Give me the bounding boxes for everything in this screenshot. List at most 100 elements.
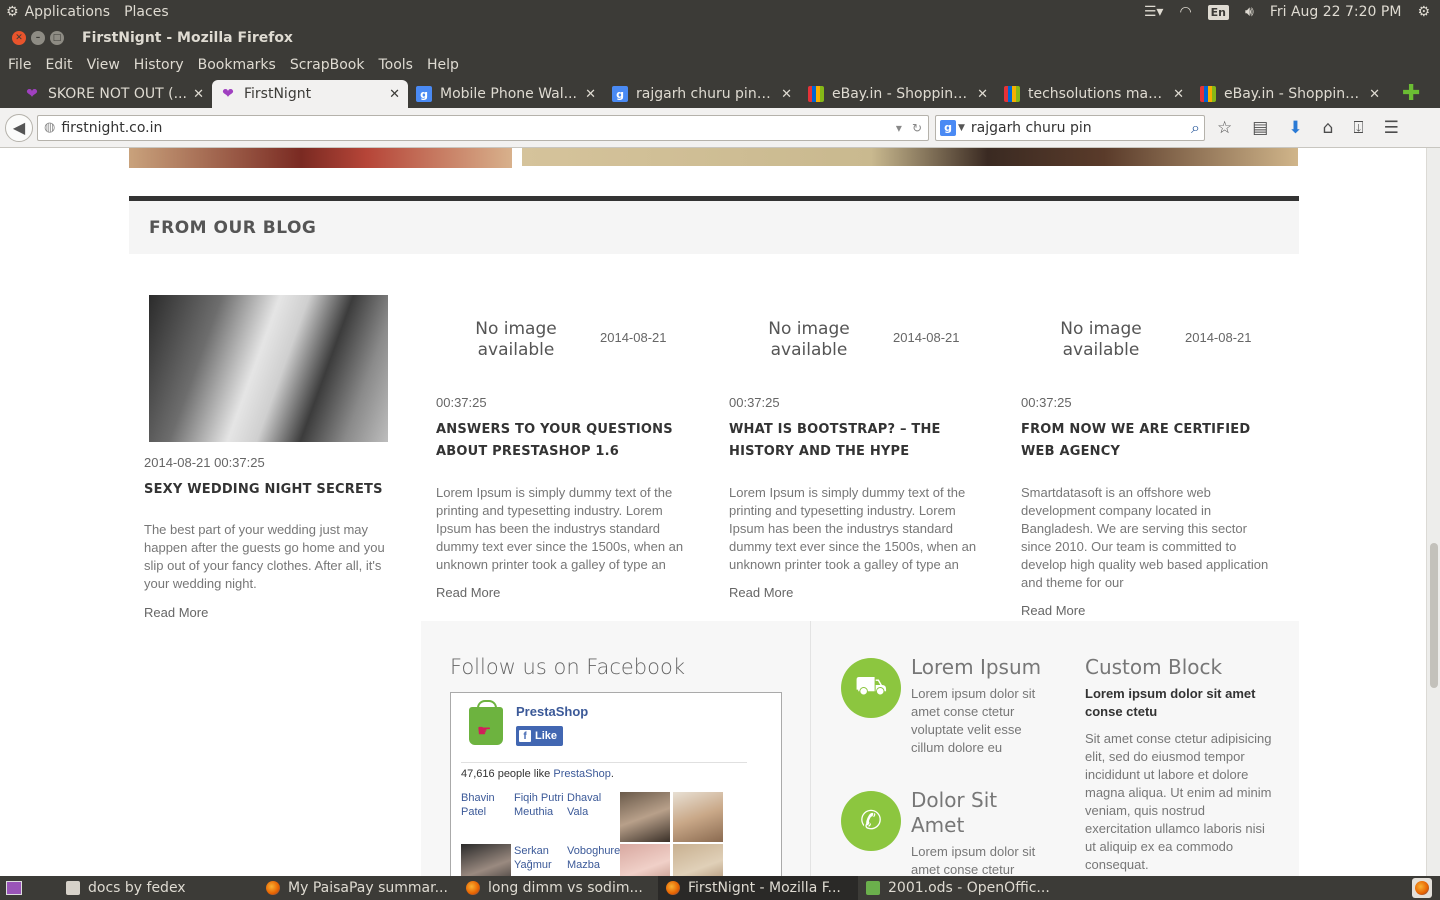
tab-close-icon[interactable]: ✕ xyxy=(193,87,204,102)
facebook-friend-avatar[interactable] xyxy=(620,844,670,876)
page-scrollbar[interactable] xyxy=(1426,148,1440,876)
facebook-friend-link[interactable]: Voboghure Mazba xyxy=(567,844,620,872)
reload-icon[interactable]: ↻ xyxy=(912,121,922,135)
banner-image-left[interactable] xyxy=(129,148,512,168)
post-title[interactable]: FROM NOW WE ARE CERTIFIED WEB AGENCY xyxy=(1021,419,1276,463)
no-image-placeholder[interactable]: No image available xyxy=(1031,319,1171,361)
wedding-photo[interactable] xyxy=(149,295,388,442)
facebook-friend-link[interactable]: Serkan Yağmur xyxy=(514,844,566,872)
menu-scrapbook[interactable]: ScrapBook xyxy=(290,57,365,73)
spreadsheet-icon xyxy=(866,881,880,895)
volume-icon[interactable]: 🔊︎ xyxy=(1245,4,1254,20)
tray-firefox-icon[interactable] xyxy=(1412,878,1432,898)
tab-skore[interactable]: ❤ SKORE NOT OUT (... ✕ xyxy=(16,80,212,108)
window-close-button[interactable]: ✕ xyxy=(12,31,26,45)
no-image-placeholder[interactable]: No image available xyxy=(739,319,879,361)
firefox-icon xyxy=(466,881,480,895)
new-tab-plus-icon[interactable]: ✚ xyxy=(1402,81,1420,106)
window-maximize-button[interactable]: □ xyxy=(50,31,64,45)
taskbar-item[interactable]: long dimm vs sodim... xyxy=(458,876,658,900)
tab-techsolutions[interactable]: techsolutions man... ✕ xyxy=(996,80,1192,108)
tab-rajgarh[interactable]: g rajgarh churu pin - ... ✕ xyxy=(604,80,800,108)
taskbar-item[interactable]: 2001.ods - OpenOffic... xyxy=(858,876,1058,900)
tab-ebay-1[interactable]: eBay.in - Shopping... ✕ xyxy=(800,80,996,108)
post-title[interactable]: ANSWERS TO YOUR QUESTIONS ABOUT PRESTASH… xyxy=(436,419,686,463)
session-gear-icon[interactable]: ⚙ xyxy=(1417,4,1430,20)
wifi-icon[interactable]: ◠ xyxy=(1179,4,1191,20)
search-bar[interactable]: g ▼ rajgarh churu pin ⌕ xyxy=(935,114,1205,141)
like-count-page-link[interactable]: PrestaShop xyxy=(553,768,610,780)
google-search-engine-icon[interactable]: g xyxy=(940,119,956,136)
search-input[interactable]: rajgarh churu pin xyxy=(971,120,1191,136)
menu-tools[interactable]: Tools xyxy=(378,57,413,73)
menu-file[interactable]: File xyxy=(8,57,31,73)
taskbar-item[interactable]: docs by fedex xyxy=(58,876,258,900)
read-more-link[interactable]: Read More xyxy=(1021,603,1085,618)
banner-image-right[interactable] xyxy=(522,148,1298,166)
tab-close-icon[interactable]: ✕ xyxy=(781,87,792,102)
top-panel: ⚙ Applications Places ☰▾ ◠ En 🔊︎ Fri Aug… xyxy=(0,0,1440,24)
facebook-like-box: ☛ PrestaShop f Like 47,616 people like P… xyxy=(450,692,782,876)
keyboard-layout-indicator[interactable]: En xyxy=(1207,4,1230,20)
post-title[interactable]: WHAT IS BOOTSTRAP? – THE HISTORY AND THE… xyxy=(729,419,991,463)
taskbar-item[interactable]: FirstNignt - Mozilla F... xyxy=(658,876,858,900)
search-engine-dropdown-icon[interactable]: ▼ xyxy=(958,123,965,133)
download-arrow-icon[interactable]: ⬇ xyxy=(1288,118,1302,138)
read-more-link[interactable]: Read More xyxy=(729,585,793,600)
ebay-icon xyxy=(1004,86,1020,102)
tab-close-icon[interactable]: ✕ xyxy=(389,87,400,102)
window-minimize-button[interactable]: – xyxy=(31,31,45,45)
tab-close-icon[interactable]: ✕ xyxy=(1369,87,1380,102)
url-dropdown-icon[interactable]: ▾ xyxy=(896,121,902,135)
like-label: Like xyxy=(535,730,558,742)
menu-bookmarks[interactable]: Bookmarks xyxy=(198,57,276,73)
messaging-menu-icon[interactable]: ☰▾ xyxy=(1144,4,1164,20)
show-desktop-icon[interactable] xyxy=(6,881,22,895)
back-button[interactable]: ◀ xyxy=(5,113,33,142)
tab-close-icon[interactable]: ✕ xyxy=(585,87,596,102)
tab-close-icon[interactable]: ✕ xyxy=(1173,87,1184,102)
home-icon[interactable]: ⌂ xyxy=(1323,118,1334,138)
facebook-like-button[interactable]: f Like xyxy=(516,726,564,746)
facebook-friend-link[interactable]: Bhavin Patel xyxy=(461,791,513,819)
read-more-link[interactable]: Read More xyxy=(144,605,208,620)
post-title[interactable]: SEXY WEDDING NIGHT SECRETS xyxy=(144,479,394,501)
scrollbar-thumb[interactable] xyxy=(1430,543,1438,688)
hamburger-menu-icon[interactable]: ☰ xyxy=(1384,118,1399,138)
facebook-friend-avatar[interactable] xyxy=(673,792,723,842)
tab-firstnight[interactable]: ❤ FirstNignt ✕ xyxy=(212,80,408,108)
applications-menu[interactable]: Applications xyxy=(25,4,111,20)
post-date: 2014-08-21 xyxy=(1185,330,1252,345)
navigation-toolbar: ◀ ◍ firstnight.co.in ▾ ↻ g ▼ rajgarh chu… xyxy=(0,108,1440,148)
window-title: FirstNignt - Mozilla Firefox xyxy=(82,30,293,46)
tab-mobile-phone[interactable]: g Mobile Phone Wal... ✕ xyxy=(408,80,604,108)
url-bar[interactable]: ◍ firstnight.co.in ▾ ↻ xyxy=(37,114,929,141)
downloads-icon[interactable]: ⍗ xyxy=(1353,118,1363,138)
bookmarks-list-icon[interactable]: ▤ xyxy=(1252,118,1268,138)
facebook-page-link[interactable]: PrestaShop xyxy=(516,704,588,719)
clock[interactable]: Fri Aug 22 7:20 PM xyxy=(1270,4,1402,20)
menu-edit[interactable]: Edit xyxy=(45,57,72,73)
tab-label: eBay.in - Shopping... xyxy=(832,86,972,102)
ubuntu-logo-icon[interactable]: ⚙ xyxy=(6,4,19,20)
facebook-friend-link[interactable]: Fiqih Putri Meuthia xyxy=(514,791,566,819)
custom-block-text: Sit amet conse ctetur adipisicing elit, … xyxy=(1085,731,1272,872)
tab-close-icon[interactable]: ✕ xyxy=(977,87,988,102)
url-text[interactable]: firstnight.co.in xyxy=(61,120,896,136)
places-menu[interactable]: Places xyxy=(124,4,169,20)
taskbar-item-label: long dimm vs sodim... xyxy=(488,880,643,896)
search-icon[interactable]: ⌕ xyxy=(1191,118,1200,138)
facebook-friend-avatar[interactable] xyxy=(673,844,723,876)
facebook-friend-avatar[interactable] xyxy=(620,792,670,842)
menu-help[interactable]: Help xyxy=(427,57,459,73)
read-more-link[interactable]: Read More xyxy=(436,585,500,600)
no-image-placeholder[interactable]: No image available xyxy=(446,319,586,361)
facebook-friend-link[interactable]: Dhaval Vala xyxy=(567,791,619,819)
tab-ebay-2[interactable]: eBay.in - Shopping... ✕ xyxy=(1192,80,1388,108)
post-date: 2014-08-21 xyxy=(600,330,667,345)
bookmark-star-icon[interactable]: ☆ xyxy=(1217,118,1232,138)
taskbar-item[interactable]: My PaisaPay summar... xyxy=(258,876,458,900)
menu-view[interactable]: View xyxy=(87,57,120,73)
menu-history[interactable]: History xyxy=(134,57,184,73)
facebook-friend-avatar[interactable] xyxy=(461,844,511,876)
